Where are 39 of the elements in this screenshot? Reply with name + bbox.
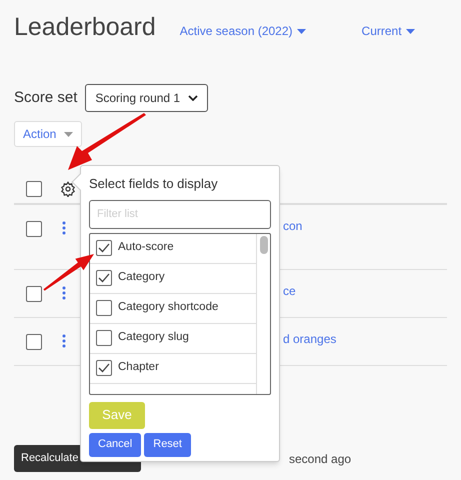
row-link[interactable]: con xyxy=(283,217,302,235)
row-link[interactable]: d oranges xyxy=(283,330,336,348)
field-option[interactable]: Category slug xyxy=(118,329,189,347)
chevron-down-icon xyxy=(188,95,198,101)
field-label: Score set xyxy=(14,88,78,108)
checkbox[interactable] xyxy=(96,330,112,346)
checkbox[interactable] xyxy=(26,334,42,350)
checkbox[interactable] xyxy=(96,360,112,376)
page-title: Leaderboard xyxy=(14,12,156,42)
settings-icon[interactable] xyxy=(60,181,76,197)
field-option[interactable]: Category shortcode xyxy=(118,299,218,317)
popup-button[interactable]: Reset xyxy=(144,432,191,456)
period-filter[interactable]: Current xyxy=(362,22,402,40)
caret-icon xyxy=(406,28,415,34)
field-option[interactable]: Category xyxy=(118,269,165,287)
field-option[interactable]: Chapter xyxy=(118,359,159,377)
row-link[interactable]: ce xyxy=(283,282,296,300)
checkbox[interactable] xyxy=(26,286,42,302)
caret-icon xyxy=(296,28,306,34)
field-option[interactable]: Auto-score xyxy=(118,239,174,257)
status-text: second ago xyxy=(289,450,352,468)
scrollbar-thumb[interactable] xyxy=(260,236,268,254)
checkbox[interactable] xyxy=(96,300,112,316)
checkbox[interactable] xyxy=(96,240,112,256)
score-set-select[interactable]: Scoring round 1 xyxy=(85,84,208,112)
popup-title: Select fields to display xyxy=(89,175,219,193)
caret-icon xyxy=(64,132,74,136)
checkbox[interactable] xyxy=(26,181,42,197)
more-icon[interactable] xyxy=(62,286,66,300)
popup-button[interactable]: Cancel xyxy=(89,432,142,456)
action-button[interactable]: Action xyxy=(14,121,82,147)
more-icon[interactable] xyxy=(62,221,66,235)
season-filter[interactable]: Active season (2022) xyxy=(180,22,293,40)
checkbox[interactable] xyxy=(26,221,42,237)
check-icon xyxy=(98,363,110,373)
checkbox[interactable] xyxy=(96,270,112,286)
check-icon xyxy=(98,273,110,283)
more-icon[interactable] xyxy=(62,334,66,348)
check-icon xyxy=(98,243,110,253)
